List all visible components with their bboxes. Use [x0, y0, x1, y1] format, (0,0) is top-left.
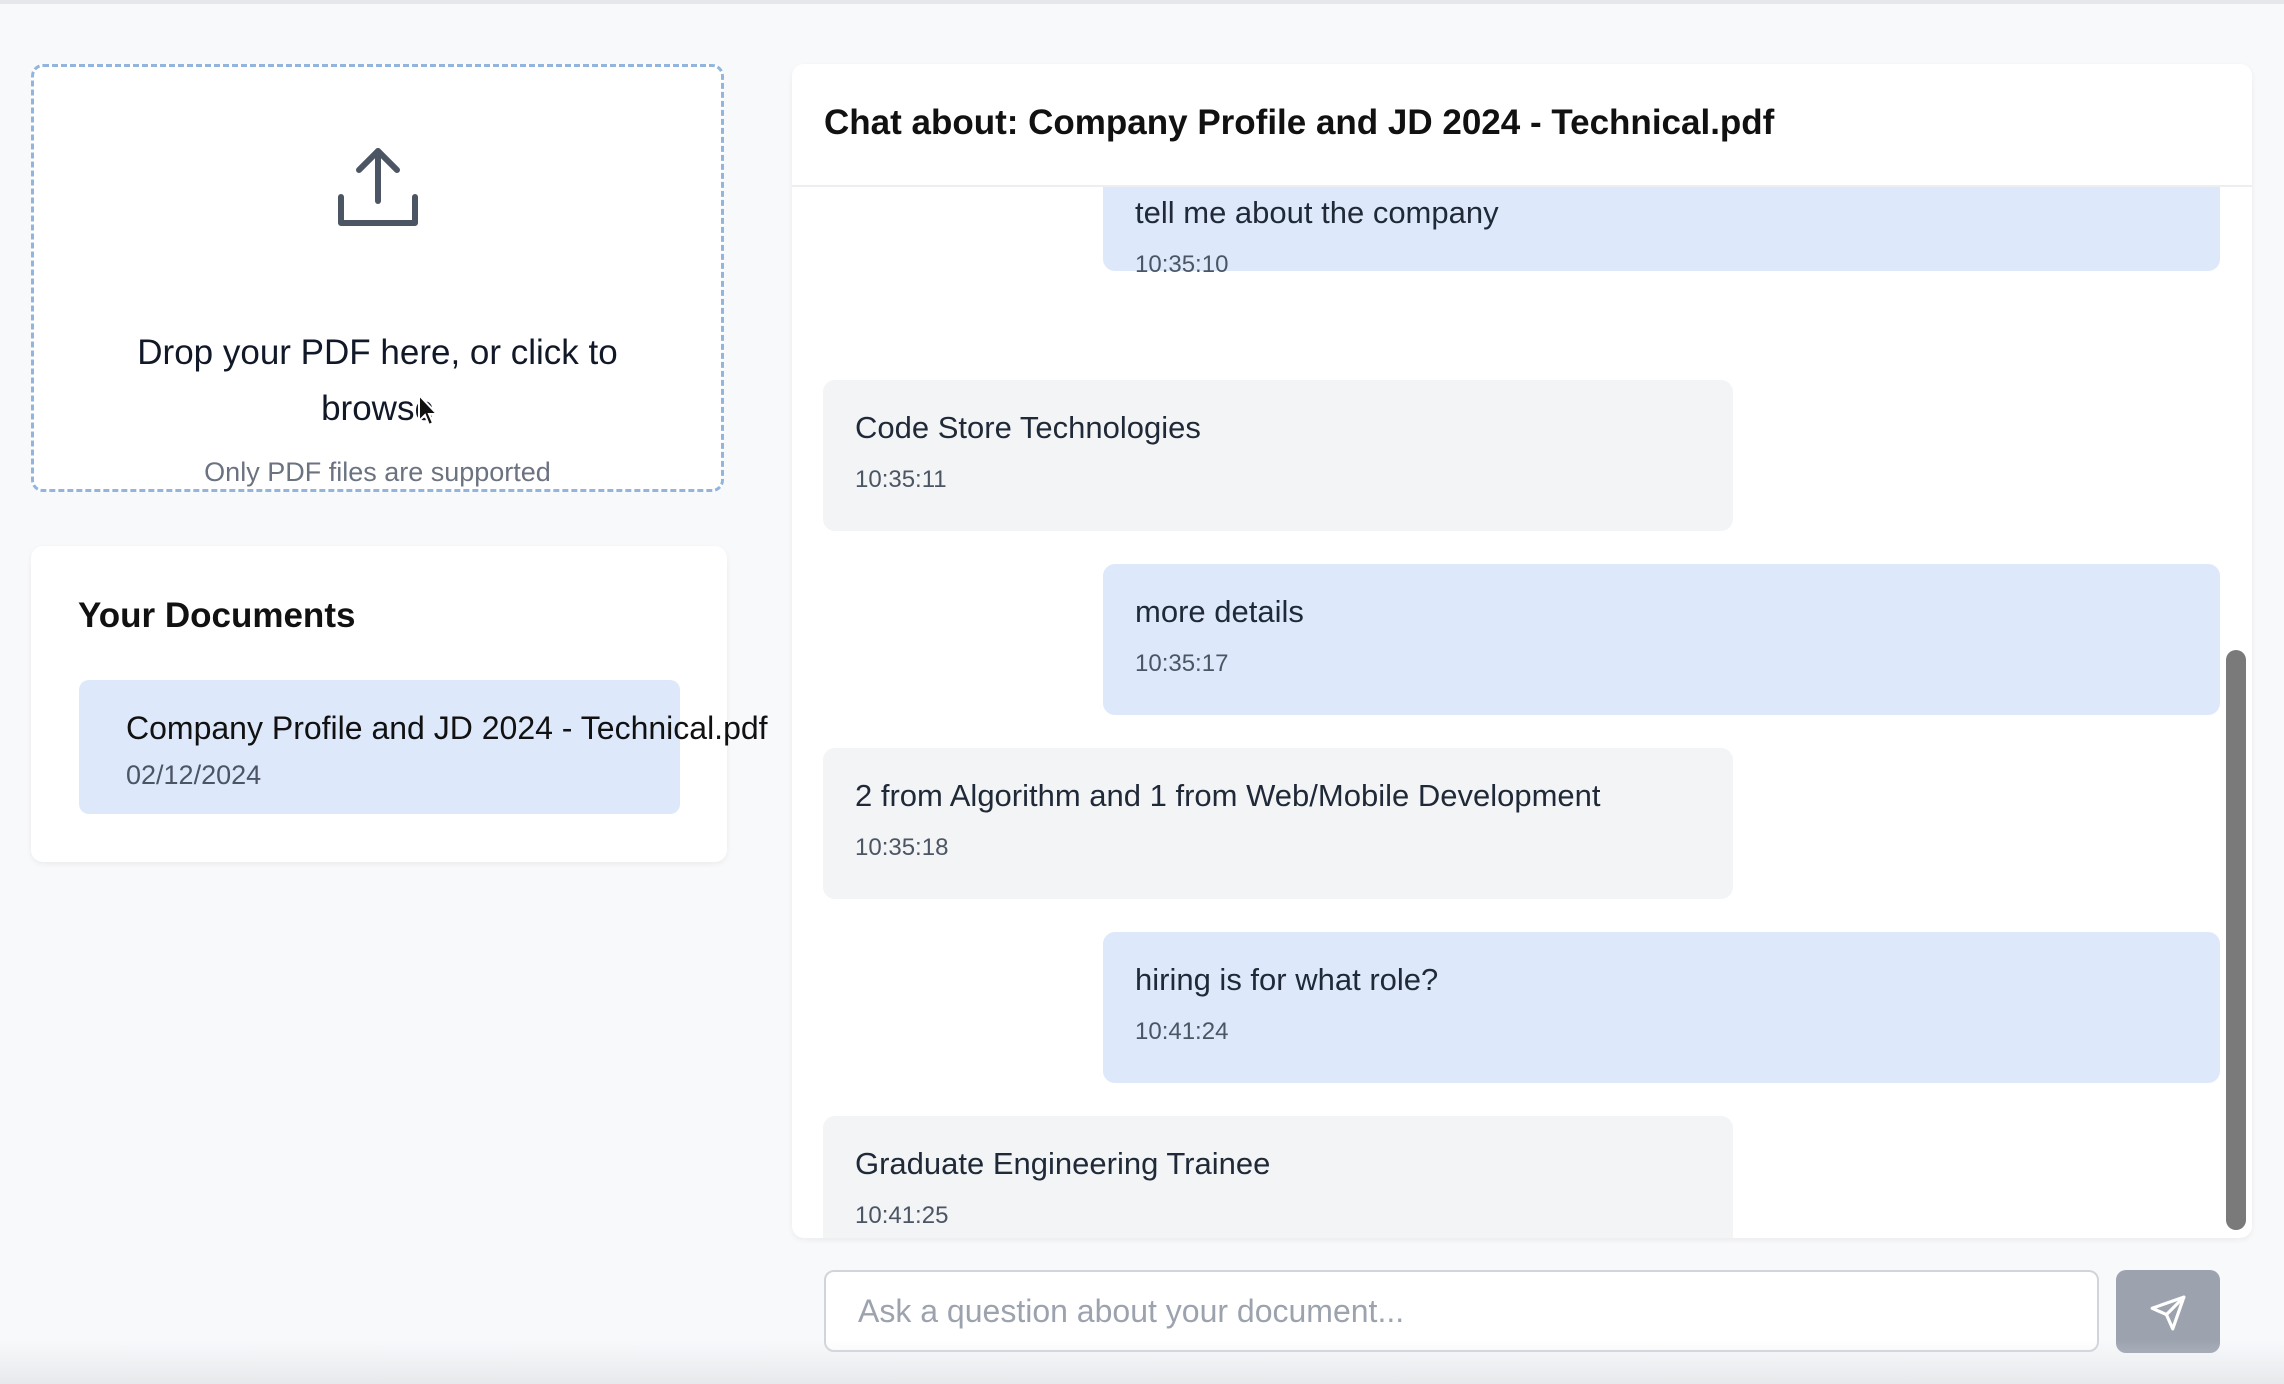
- documents-title: Your Documents: [78, 596, 356, 635]
- message-time: 10:41:24: [1135, 1018, 1229, 1045]
- message-text: Code Store Technologies: [855, 410, 1201, 445]
- assistant-message: Graduate Engineering Trainee 10:41:25: [823, 1116, 1733, 1238]
- chat-panel: Chat about: Company Profile and JD 2024 …: [792, 64, 2252, 1238]
- user-message: tell me about the company 10:35:10: [1103, 187, 2220, 278]
- message-time: 10:41:25: [855, 1202, 949, 1229]
- chat-scrollbar[interactable]: [2226, 650, 2246, 1230]
- user-message: hiring is for what role? 10:41:24: [1103, 932, 2220, 1083]
- message-list[interactable]: tell me about the company 10:35:10 Code …: [792, 187, 2252, 1238]
- message-text: tell me about the company: [1135, 195, 1499, 230]
- user-message: more details 10:35:17: [1103, 564, 2220, 715]
- chat-title: Chat about: Company Profile and JD 2024 …: [824, 103, 1775, 142]
- document-item[interactable]: Company Profile and JD 2024 - Technical.…: [79, 680, 768, 814]
- message-time: 10:35:10: [1135, 251, 1229, 278]
- message-text: Graduate Engineering Trainee: [855, 1146, 1271, 1181]
- message-time: 10:35:17: [1135, 650, 1229, 677]
- chat-header: Chat about: Company Profile and JD 2024 …: [792, 64, 2252, 187]
- send-icon: [2150, 1295, 2186, 1331]
- document-date: 02/12/2024: [126, 760, 262, 790]
- message-time: 10:35:18: [855, 834, 949, 861]
- assistant-message: Code Store Technologies 10:35:11: [823, 380, 1733, 531]
- dropzone-title: Drop your PDF here, or click to browse: [137, 333, 618, 428]
- message-text: more details: [1135, 594, 1304, 629]
- send-button[interactable]: [2116, 1270, 2220, 1353]
- mouse-cursor-icon: [418, 393, 440, 427]
- upload-icon: [337, 148, 418, 226]
- message-text: 2 from Algorithm and 1 from Web/Mobile D…: [855, 778, 1601, 813]
- document-name: Company Profile and JD 2024 - Technical.…: [126, 710, 768, 746]
- pdf-dropzone[interactable]: Drop your PDF here, or click to browse O…: [31, 64, 724, 492]
- assistant-message: 2 from Algorithm and 1 from Web/Mobile D…: [823, 748, 1733, 899]
- dropzone-subtitle: Only PDF files are supported: [204, 457, 551, 487]
- documents-panel: Your Documents Company Profile and JD 20…: [31, 546, 768, 862]
- question-input[interactable]: [824, 1270, 2099, 1352]
- message-text: hiring is for what role?: [1135, 962, 1439, 997]
- message-time: 10:35:11: [855, 466, 947, 493]
- top-border: [0, 0, 2284, 4]
